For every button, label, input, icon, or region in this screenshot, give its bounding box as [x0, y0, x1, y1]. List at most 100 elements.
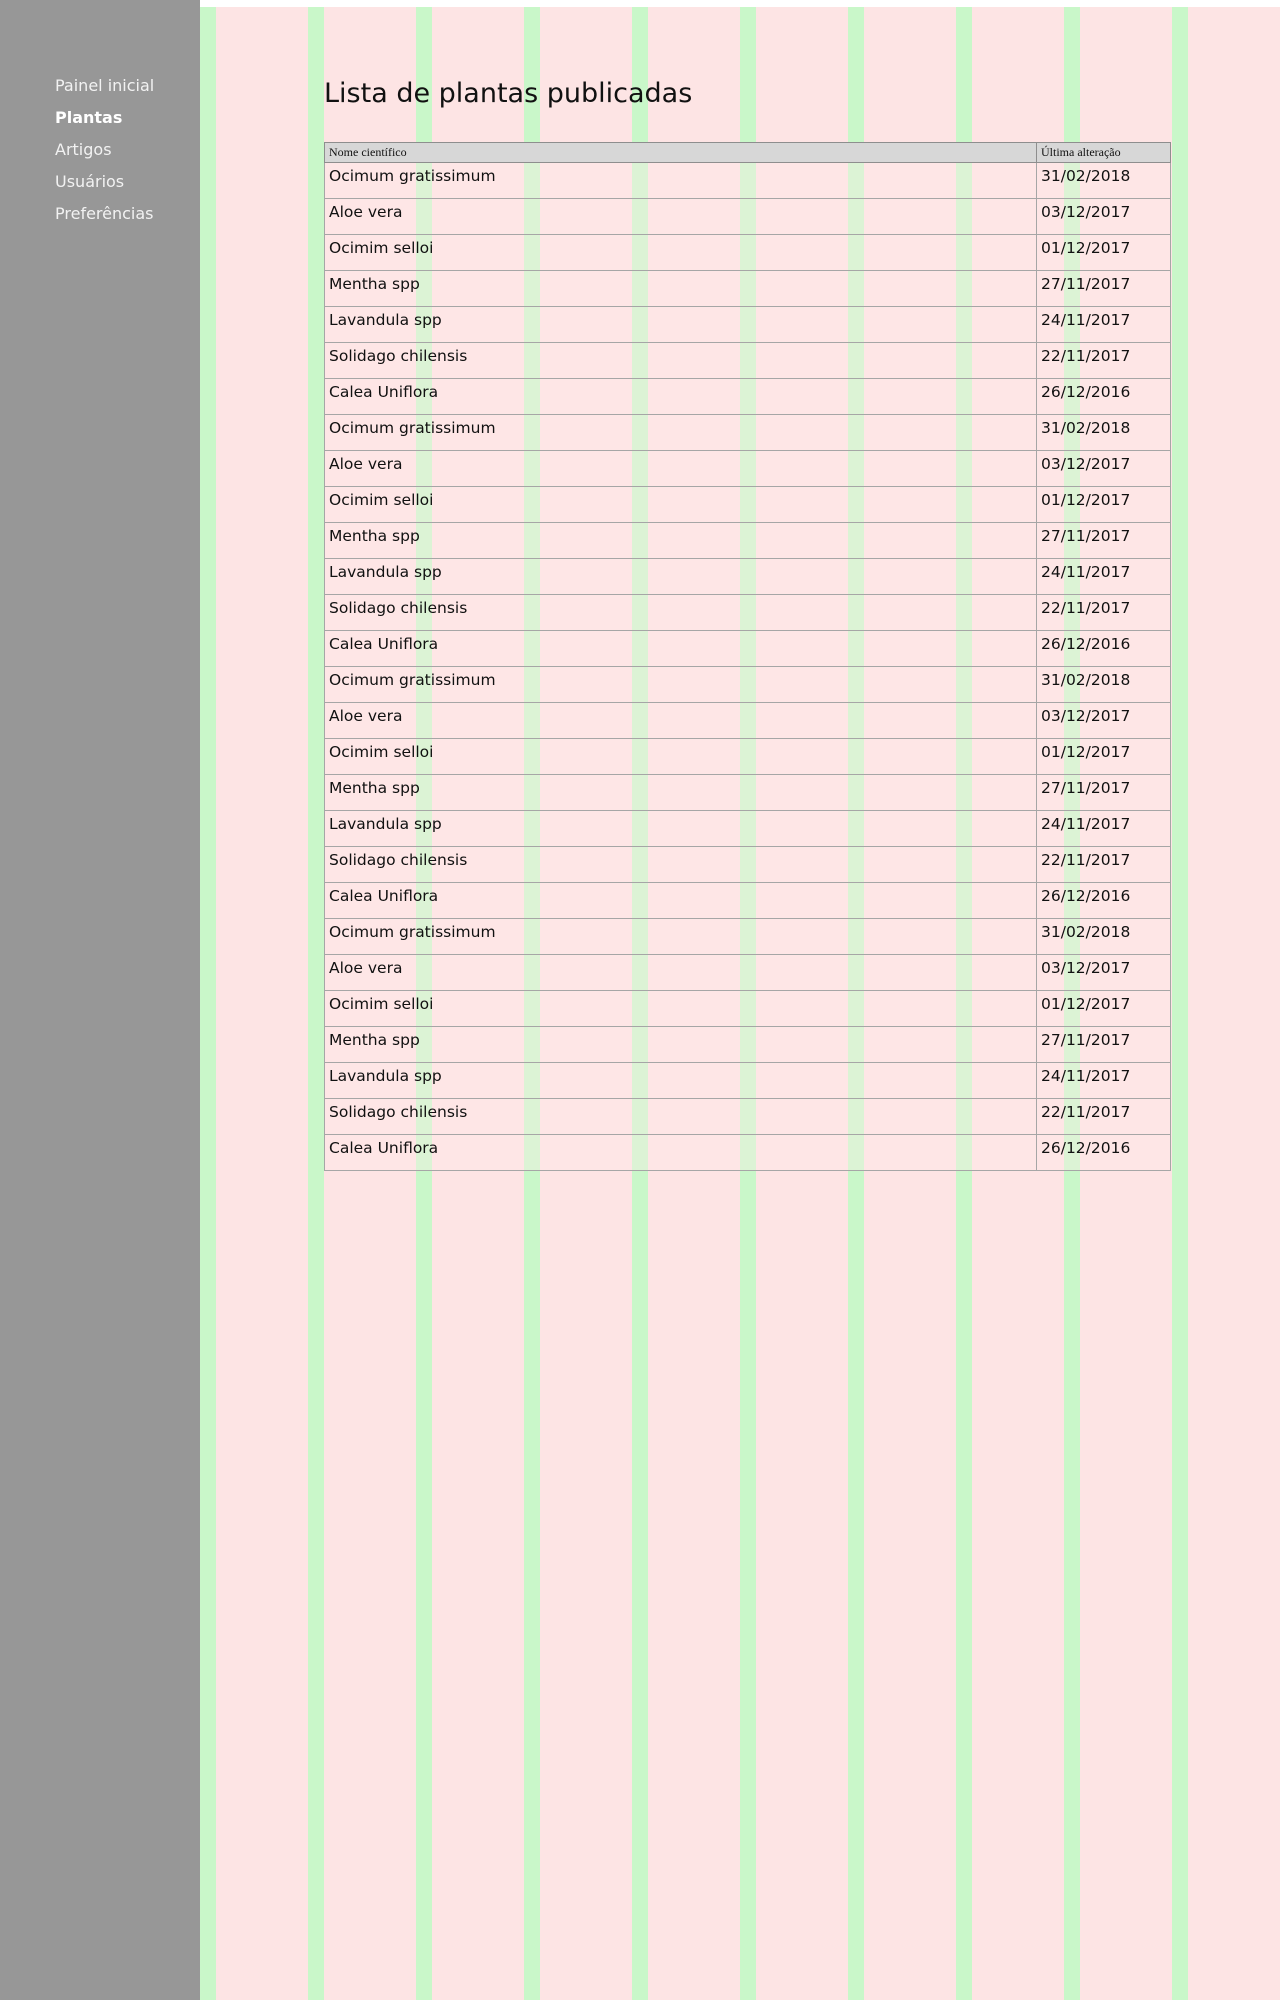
- cell-scientific-name: Ocimim selloi: [324, 990, 1037, 1027]
- cell-scientific-name: Lavandula spp: [324, 1062, 1037, 1099]
- cell-scientific-name: Ocimim selloi: [324, 486, 1037, 523]
- cell-scientific-name: Calea Uniflora: [324, 378, 1037, 415]
- cell-scientific-name: Solidago chilensis: [324, 846, 1037, 883]
- table-row[interactable]: Calea Uniflora 26/12/2016: [324, 1134, 1171, 1171]
- table-row[interactable]: Solidago chilensis 22/11/2017: [324, 594, 1171, 631]
- cell-last-modified: 26/12/2016: [1036, 630, 1171, 667]
- table-body: Ocimum gratissimum 31/02/2018 Aloe vera 03/…: [324, 162, 1171, 1171]
- cell-last-modified: 31/02/2018: [1036, 666, 1171, 703]
- cell-scientific-name: Solidago chilensis: [324, 594, 1037, 631]
- table-header-row: Nome científico Última alteração: [324, 142, 1171, 163]
- table-row[interactable]: Ocimum gratissimum 31/02/2018: [324, 414, 1171, 451]
- sidebar-nav: Painel inicial Plantas Artigos Usuários Pref…: [55, 76, 154, 236]
- cell-scientific-name: Calea Uniflora: [324, 630, 1037, 667]
- table-row[interactable]: Aloe vera 03/12/2017: [324, 450, 1171, 487]
- table-row[interactable]: Aloe vera 03/12/2017: [324, 702, 1171, 739]
- table-row[interactable]: Mentha spp 27/11/2017: [324, 1026, 1171, 1063]
- table-row[interactable]: Ocimim selloi 01/12/2017: [324, 990, 1171, 1027]
- cell-scientific-name: Calea Uniflora: [324, 882, 1037, 919]
- cell-last-modified: 01/12/2017: [1036, 738, 1171, 775]
- cell-last-modified: 27/11/2017: [1036, 270, 1171, 307]
- cell-last-modified: 22/11/2017: [1036, 342, 1171, 379]
- table-row[interactable]: Ocimim selloi 01/12/2017: [324, 486, 1171, 523]
- cell-scientific-name: Solidago chilensis: [324, 1098, 1037, 1135]
- table-row[interactable]: Mentha spp 27/11/2017: [324, 774, 1171, 811]
- cell-last-modified: 24/11/2017: [1036, 810, 1171, 847]
- table-row[interactable]: Ocimum gratissimum 31/02/2018: [324, 918, 1171, 955]
- table-row[interactable]: Ocimim selloi 01/12/2017: [324, 234, 1171, 271]
- sidebar-item-painel-inicial[interactable]: Painel inicial: [55, 76, 154, 108]
- cell-last-modified: 31/02/2018: [1036, 918, 1171, 955]
- table-row[interactable]: Ocimum gratissimum 31/02/2018: [324, 666, 1171, 703]
- column-header-last-modified[interactable]: Última alteração: [1036, 142, 1171, 163]
- plants-table: Nome científico Última alteração Ocimum …: [324, 142, 1171, 1171]
- table-row[interactable]: Solidago chilensis 22/11/2017: [324, 342, 1171, 379]
- table-row[interactable]: Ocimim selloi 01/12/2017: [324, 738, 1171, 775]
- cell-last-modified: 31/02/2018: [1036, 162, 1171, 199]
- cell-scientific-name: Lavandula spp: [324, 558, 1037, 595]
- cell-scientific-name: Mentha spp: [324, 270, 1037, 307]
- cell-last-modified: 22/11/2017: [1036, 846, 1171, 883]
- table-row[interactable]: Solidago chilensis 22/11/2017: [324, 846, 1171, 883]
- cell-last-modified: 26/12/2016: [1036, 882, 1171, 919]
- cell-last-modified: 24/11/2017: [1036, 1062, 1171, 1099]
- cell-scientific-name: Lavandula spp: [324, 810, 1037, 847]
- cell-last-modified: 24/11/2017: [1036, 306, 1171, 343]
- table-row[interactable]: Calea Uniflora 26/12/2016: [324, 630, 1171, 667]
- cell-last-modified: 01/12/2017: [1036, 990, 1171, 1027]
- cell-scientific-name: Ocimum gratissimum: [324, 414, 1037, 451]
- cell-last-modified: 24/11/2017: [1036, 558, 1171, 595]
- cell-last-modified: 26/12/2016: [1036, 1134, 1171, 1171]
- cell-scientific-name: Aloe vera: [324, 702, 1037, 739]
- sidebar-item-usuarios[interactable]: Usuários: [55, 172, 154, 204]
- cell-scientific-name: Mentha spp: [324, 1026, 1037, 1063]
- cell-last-modified: 01/12/2017: [1036, 234, 1171, 271]
- grid-column: [216, 7, 308, 2000]
- cell-scientific-name: Lavandula spp: [324, 306, 1037, 343]
- cell-last-modified: 22/11/2017: [1036, 594, 1171, 631]
- table-row[interactable]: Aloe vera 03/12/2017: [324, 198, 1171, 235]
- cell-last-modified: 01/12/2017: [1036, 486, 1171, 523]
- cell-scientific-name: Ocimum gratissimum: [324, 918, 1037, 955]
- table-row[interactable]: Ocimum gratissimum 31/02/2018: [324, 162, 1171, 199]
- cell-scientific-name: Calea Uniflora: [324, 1134, 1037, 1171]
- cell-last-modified: 27/11/2017: [1036, 522, 1171, 559]
- grid-gutter: [1172, 7, 1188, 2000]
- grid-gutter: [200, 7, 216, 2000]
- cell-last-modified: 22/11/2017: [1036, 1098, 1171, 1135]
- table-row[interactable]: Calea Uniflora 26/12/2016: [324, 378, 1171, 415]
- sidebar-item-plantas[interactable]: Plantas: [55, 108, 154, 140]
- sidebar-item-artigos[interactable]: Artigos: [55, 140, 154, 172]
- sidebar-item-preferencias[interactable]: Preferências: [55, 204, 154, 236]
- table-row[interactable]: Solidago chilensis 22/11/2017: [324, 1098, 1171, 1135]
- cell-scientific-name: Ocimim selloi: [324, 234, 1037, 271]
- table-row[interactable]: Mentha spp 27/11/2017: [324, 270, 1171, 307]
- cell-scientific-name: Aloe vera: [324, 198, 1037, 235]
- cell-last-modified: 03/12/2017: [1036, 702, 1171, 739]
- column-header-scientific-name[interactable]: Nome científico: [324, 142, 1037, 163]
- cell-last-modified: 03/12/2017: [1036, 954, 1171, 991]
- grid-column: [1188, 7, 1280, 2000]
- cell-last-modified: 03/12/2017: [1036, 450, 1171, 487]
- cell-scientific-name: Mentha spp: [324, 522, 1037, 559]
- cell-scientific-name: Ocimum gratissimum: [324, 666, 1037, 703]
- cell-last-modified: 31/02/2018: [1036, 414, 1171, 451]
- cell-scientific-name: Ocimim selloi: [324, 738, 1037, 775]
- table-row[interactable]: Lavandula spp 24/11/2017: [324, 306, 1171, 343]
- sidebar: Painel inicial Plantas Artigos Usuários Pref…: [0, 0, 200, 2000]
- cell-last-modified: 26/12/2016: [1036, 378, 1171, 415]
- table-row[interactable]: Aloe vera 03/12/2017: [324, 954, 1171, 991]
- table-row[interactable]: Mentha spp 27/11/2017: [324, 522, 1171, 559]
- cell-scientific-name: Aloe vera: [324, 450, 1037, 487]
- cell-scientific-name: Mentha spp: [324, 774, 1037, 811]
- cell-scientific-name: Aloe vera: [324, 954, 1037, 991]
- table-row[interactable]: Lavandula spp 24/11/2017: [324, 1062, 1171, 1099]
- cell-last-modified: 03/12/2017: [1036, 198, 1171, 235]
- table-row[interactable]: Lavandula spp 24/11/2017: [324, 558, 1171, 595]
- cell-scientific-name: Solidago chilensis: [324, 342, 1037, 379]
- cell-scientific-name: Ocimum gratissimum: [324, 162, 1037, 199]
- cell-last-modified: 27/11/2017: [1036, 774, 1171, 811]
- table-row[interactable]: Lavandula spp 24/11/2017: [324, 810, 1171, 847]
- table-row[interactable]: Calea Uniflora 26/12/2016: [324, 882, 1171, 919]
- page-title: Lista de plantas publicadas: [324, 78, 693, 109]
